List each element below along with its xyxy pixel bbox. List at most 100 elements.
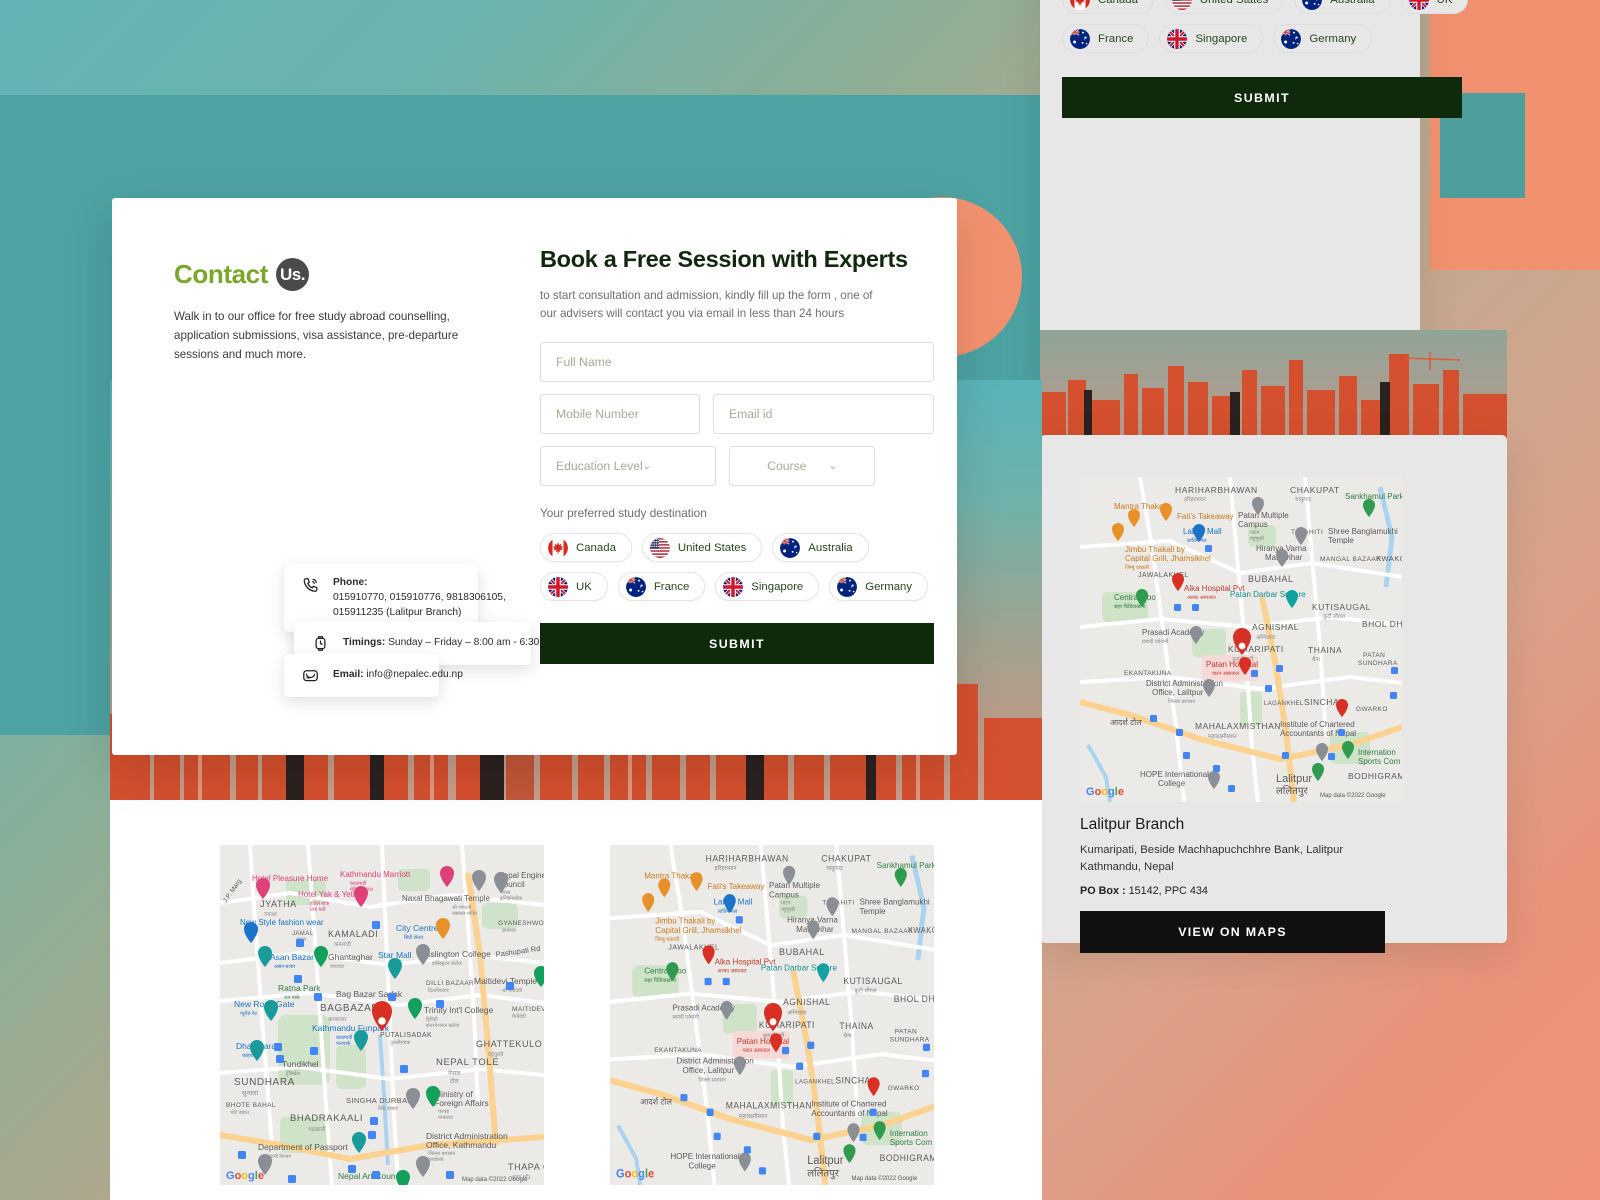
svg-text:BHADRAKAALI: BHADRAKAALI [290, 1113, 363, 1124]
svg-text:धरहरा: धरहरा [242, 1053, 254, 1059]
chevron-down-icon: ⌄ [642, 460, 652, 472]
svg-text:Patan Multiple: Patan Multiple [1238, 511, 1289, 520]
svg-text:LAGANKHEL: LAGANKHEL [795, 1078, 835, 1085]
svg-text:BHOL DHO: BHOL DHO [894, 994, 934, 1004]
svg-text:ज्ञानेश्वर: ज्ञानेश्वर [502, 927, 517, 934]
svg-text:KUTISAUGAL: KUTISAUGAL [843, 976, 902, 986]
svg-text:Tundikhel: Tundikhel [282, 1059, 319, 1069]
svg-text:Office, Lalitpur: Office, Lalitpur [1152, 688, 1204, 697]
contact-info-column: Contact Us. Walk in to our office for fr… [174, 258, 504, 364]
svg-text:GYANESHWOR: GYANESHWOR [498, 920, 544, 927]
course-select[interactable]: Course ⌄ [729, 446, 875, 487]
svg-text:मैतीदेवी: मैतीदेवी [512, 1013, 527, 1020]
education-level-select[interactable]: Education Level ⌄ [540, 446, 716, 487]
svg-text:अल्का अस्पताल: अल्का अस्पताल [1187, 595, 1216, 601]
flag-uk-icon [1408, 0, 1429, 10]
svg-text:Internation: Internation [1358, 748, 1396, 757]
logo-contact-text: Contact [174, 259, 268, 289]
svg-text:कुटी सौगल: कुटी सौगल [1323, 613, 1345, 620]
destination-chip-united-states[interactable]: United States [1163, 0, 1285, 14]
svg-text:टोल: टोल [450, 1077, 460, 1085]
svg-text:चाकुपाट: चाकुपाट [826, 866, 843, 872]
svg-text:PATAN: PATAN [895, 1028, 917, 1035]
maps-section: Hotel Pleasure Home Kathmandu Marriott क… [110, 800, 1042, 1200]
svg-text:Fati's Takeaway: Fati's Takeaway [708, 882, 766, 891]
svg-text:Sports Com: Sports Com [1358, 757, 1401, 766]
booking-form: Book a Free Session with Experts to star… [540, 246, 934, 665]
flag-uk-icon [1167, 28, 1188, 49]
svg-text:Shree Banglamukhi: Shree Banglamukhi [1328, 527, 1398, 536]
destination-chip-label: Germany [865, 580, 913, 593]
svg-text:SINGHA DURBAR: SINGHA DURBAR [346, 1096, 413, 1105]
flag-united-states-icon [649, 537, 670, 558]
destination-chip-canada[interactable]: Canada [1062, 0, 1154, 14]
svg-text:Google: Google [1086, 786, 1124, 798]
kathmandu-branch-map[interactable]: Hotel Pleasure Home Kathmandu Marriott क… [220, 845, 544, 1185]
svg-text:Jimbu Thakali by: Jimbu Thakali by [1125, 545, 1185, 554]
svg-text:MAHALAXMISTHAN: MAHALAXMISTHAN [1195, 721, 1281, 731]
lalitpur-branch-map[interactable]: HARIHARBHAWAN हरिहरभवन CHAKUPAT चाकुपाट … [1080, 477, 1402, 802]
svg-text:Sankhamul Park: Sankhamul Park [877, 861, 934, 870]
svg-text:Mantra Thakali: Mantra Thakali [644, 871, 697, 880]
svg-text:Map data ©2022 Google: Map data ©2022 Google [851, 1175, 917, 1182]
svg-text:Office, Kathmandu: Office, Kathmandu [426, 1140, 497, 1150]
svg-text:प्रसादी एकेडेमी: प्रसादी एकेडेमी [672, 1014, 699, 1021]
svg-text:AGNISHAL: AGNISHAL [1252, 622, 1299, 632]
flag-uk-icon [548, 576, 568, 597]
svg-text:दिल्लीबजार: दिल्लीबजार [428, 987, 450, 994]
destination-chip-united-states[interactable]: United States [641, 533, 763, 563]
phone-info-body: Phone: 015910770, 015910776, 9818306105,… [333, 576, 506, 620]
phone-icon [301, 576, 320, 595]
svg-text:कार्यालय: कार्यालय [428, 1156, 444, 1163]
email-input[interactable]: Email id [713, 394, 934, 435]
svg-text:Lalitpur: Lalitpur [807, 1155, 844, 1167]
flag-australia-icon [837, 576, 858, 597]
svg-text:नेपाल: नेपाल [448, 1069, 461, 1077]
flag-australia-icon [625, 576, 646, 597]
full-name-input[interactable]: Full Name [540, 342, 934, 383]
email-placeholder: Email id [729, 407, 773, 422]
flag-canada-icon [1070, 0, 1090, 10]
svg-text:इस्लिङ्गटन कलेज: इस्लिङ्गटन कलेज [432, 960, 462, 967]
ghost-submit-button[interactable]: SUBMIT [1062, 77, 1462, 118]
destination-chip-canada[interactable]: Canada [540, 533, 632, 563]
svg-text:प्रसादी एकेडेमी: प्रसादी एकेडेमी [1142, 638, 1169, 645]
destination-chip-australia[interactable]: Australia [1294, 0, 1391, 14]
flag-uk-icon [723, 576, 744, 597]
svg-text:BUBAHAL: BUBAHAL [1248, 574, 1294, 584]
destination-chip-label: Australia [1330, 0, 1374, 6]
submit-button[interactable]: SUBMIT [540, 623, 934, 665]
destination-chip-australia[interactable]: Australia [772, 533, 869, 563]
destination-chip-germany[interactable]: Germany [1273, 24, 1373, 53]
svg-text:Kathmandu Marriott: Kathmandu Marriott [340, 870, 411, 879]
form-title: Book a Free Session with Experts [540, 246, 908, 272]
destination-chip-label: France [1098, 32, 1134, 45]
contact-us-logo: Contact Us. [174, 258, 504, 291]
svg-text:सुन्धारा: सुन्धारा [242, 1090, 259, 1097]
view-on-maps-button[interactable]: VIEW ON MAPS [1080, 910, 1385, 953]
destination-chip-uk[interactable]: UK [1400, 0, 1469, 14]
destination-chip-label: Australia [808, 541, 853, 554]
svg-text:पाटन: पाटन [781, 901, 791, 907]
svg-text:महालक्ष्मीस्थान: महालक्ष्मीस्थान [739, 1112, 768, 1120]
svg-text:MAITIDEV: MAITIDEV [512, 1006, 544, 1013]
svg-text:THAINA: THAINA [839, 1021, 873, 1031]
svg-text:चाकुपाट: चाकुपाट [1295, 497, 1312, 503]
flag-australia-icon [1302, 0, 1323, 10]
svg-text:हरिहरभवन: हरिहरभवन [715, 864, 738, 872]
svg-text:PATAN: PATAN [1363, 652, 1385, 659]
svg-text:Maitidevi Temple: Maitidevi Temple [474, 976, 537, 986]
destination-chip-uk[interactable]: UK [540, 572, 608, 602]
destination-chip-label: France [653, 580, 690, 593]
destination-chip-germany[interactable]: Germany [829, 572, 929, 602]
destination-chip-singapore[interactable]: Singapore [1159, 24, 1264, 53]
svg-text:SINCHA: SINCHA [835, 1075, 870, 1085]
destination-chip-france[interactable]: France [1062, 24, 1150, 53]
svg-text:टुँडिखेल: टुँडिखेल [285, 1070, 300, 1077]
svg-text:Sankhamul Park: Sankhamul Park [1345, 492, 1402, 501]
mobile-number-input[interactable]: Mobile Number [540, 394, 700, 435]
lalitpur-branch-map-secondary[interactable]: HARIHARBHAWAN हरिहरभवन CHAKUPAT चाकुपाट … [610, 845, 934, 1185]
destination-chip-singapore[interactable]: Singapore [715, 572, 820, 602]
destination-chip-france[interactable]: France [617, 572, 706, 602]
svg-text:BODHIGRAM: BODHIGRAM [880, 1153, 934, 1163]
